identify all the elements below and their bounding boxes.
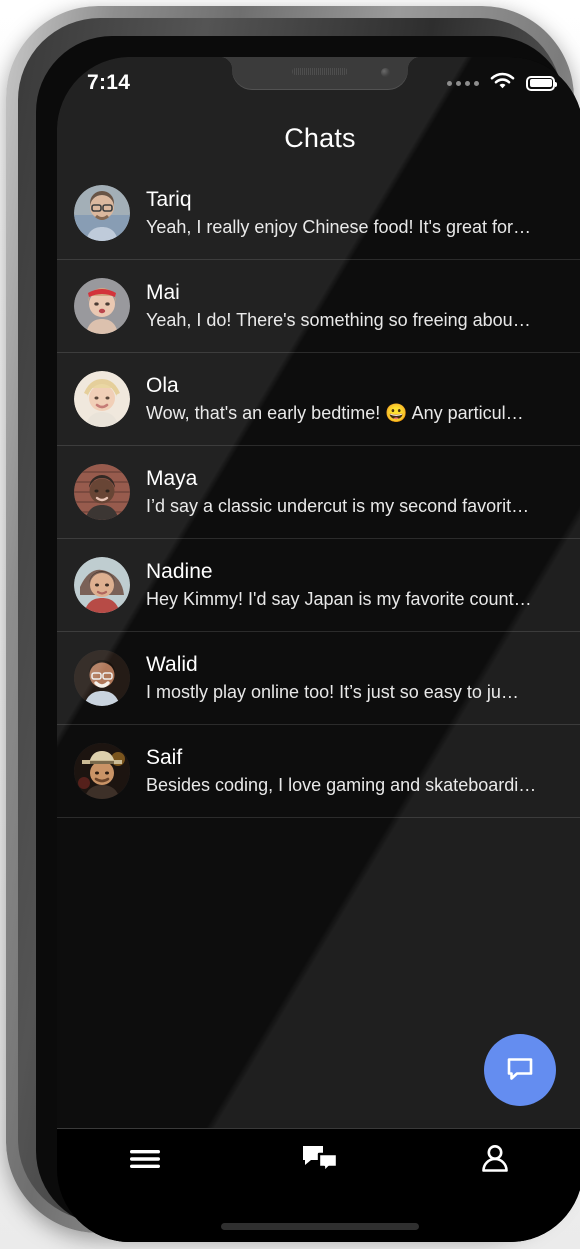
chat-item-preview: I mostly play online too! It’s just so e… [146, 681, 519, 702]
chat-item-name: Mai [146, 280, 180, 304]
tab-chats[interactable] [232, 1129, 407, 1194]
app-ui: 7:14 Chats Tariq Yeah, I really enjoy Ch… [57, 57, 580, 1242]
chat-item-texts: Walid I mostly play online too! It’s jus… [146, 652, 565, 705]
avatar-ola [74, 371, 130, 427]
home-indicator[interactable] [221, 1223, 419, 1230]
header: Chats [57, 109, 580, 167]
chat-item-texts: Ola Wow, that's an early bedtime! 😀 Any … [146, 373, 565, 426]
avatar-mai [74, 278, 130, 334]
page-root: 7:14 Chats Tariq Yeah, I really enjoy Ch… [0, 0, 580, 1249]
phone-bezel: 7:14 Chats Tariq Yeah, I really enjoy Ch… [36, 36, 580, 1242]
avatar-tariq [74, 185, 130, 241]
chat-item-texts: Nadine Hey Kimmy! I'd say Japan is my fa… [146, 559, 565, 612]
status-bar-indicators [447, 72, 557, 95]
signal-dots-icon [447, 80, 479, 86]
chat-item-preview: Yeah, I really enjoy Chinese food! It's … [146, 216, 531, 237]
chat-item-name: Walid [146, 652, 198, 676]
phone-frame-band: 7:14 Chats Tariq Yeah, I really enjoy Ch… [18, 18, 580, 1242]
chat-list-item[interactable]: Maya I’d say a classic undercut is my se… [57, 446, 580, 539]
chat-item-texts: Mai Yeah, I do! There's something so fre… [146, 280, 565, 333]
status-bar-clock: 7:14 [87, 71, 131, 94]
earpiece-speaker-icon [292, 68, 348, 75]
avatar-saif [74, 743, 130, 799]
chat-item-preview: I’d say a classic undercut is my second … [146, 495, 530, 516]
phone-frame-outer: 7:14 Chats Tariq Yeah, I really enjoy Ch… [6, 6, 580, 1242]
chat-list-item[interactable]: Saif Besides coding, I love gaming and s… [57, 725, 580, 818]
chat-list[interactable]: Tariq Yeah, I really enjoy Chinese food!… [57, 167, 580, 1128]
chat-item-name: Ola [146, 373, 179, 397]
menu-hamburger-icon [127, 1146, 163, 1177]
new-chat-bubble-icon [503, 1051, 537, 1090]
front-camera-icon [381, 68, 390, 77]
chat-list-item[interactable]: Nadine Hey Kimmy! I'd say Japan is my fa… [57, 539, 580, 632]
chat-list-item[interactable]: Ola Wow, that's an early bedtime! 😀 Any … [57, 353, 580, 446]
chat-item-name: Maya [146, 466, 198, 490]
bottom-tab-bar [57, 1128, 580, 1194]
chat-item-preview: Besides coding, I love gaming and skateb… [146, 774, 537, 795]
chat-list-item[interactable]: Tariq Yeah, I really enjoy Chinese food!… [57, 167, 580, 260]
avatar-maya [74, 464, 130, 520]
profile-person-icon [478, 1143, 512, 1180]
chat-item-texts: Saif Besides coding, I love gaming and s… [146, 745, 565, 798]
chat-list-item[interactable]: Mai Yeah, I do! There's something so fre… [57, 260, 580, 353]
home-indicator-area [57, 1194, 580, 1242]
page-title: Chats [284, 122, 356, 153]
tab-menu[interactable] [57, 1129, 232, 1194]
chat-item-preview: Yeah, I do! There's something so freeing… [146, 309, 531, 330]
chat-item-preview: Hey Kimmy! I'd say Japan is my favorite … [146, 588, 532, 609]
chat-item-texts: Maya I’d say a classic undercut is my se… [146, 466, 565, 519]
phone-screen: 7:14 Chats Tariq Yeah, I really enjoy Ch… [57, 57, 580, 1242]
battery-icon [526, 75, 557, 91]
chat-item-texts: Tariq Yeah, I really enjoy Chinese food!… [146, 187, 565, 240]
chat-item-preview: Wow, that's an early bedtime! 😀 Any part… [146, 402, 524, 423]
chats-bubbles-icon [299, 1143, 341, 1180]
wifi-icon [490, 72, 515, 95]
chat-item-name: Tariq [146, 187, 192, 211]
tab-profile[interactable] [408, 1129, 580, 1194]
avatar-walid [74, 650, 130, 706]
chat-item-name: Saif [146, 745, 183, 769]
chat-list-item[interactable]: Walid I mostly play online too! It’s jus… [57, 632, 580, 725]
new-chat-fab[interactable] [484, 1034, 556, 1106]
chat-item-name: Nadine [146, 559, 213, 583]
notch [220, 57, 420, 90]
avatar-nadine [74, 557, 130, 613]
